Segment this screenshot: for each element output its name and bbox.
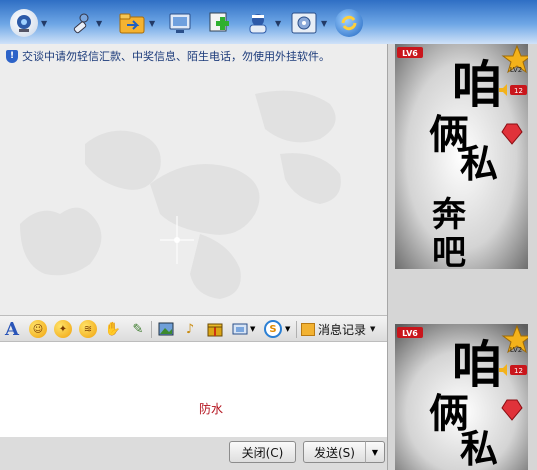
send-image-icon[interactable] bbox=[157, 320, 175, 338]
refresh-button[interactable] bbox=[335, 7, 363, 39]
level-tag: LV2 bbox=[510, 346, 522, 354]
settings-button[interactable]: ▼ bbox=[290, 7, 327, 39]
send-options-button[interactable]: ▼ bbox=[365, 441, 385, 463]
close-button[interactable]: 关闭(C) bbox=[229, 441, 296, 463]
chevron-down-icon[interactable]: ▼ bbox=[285, 325, 290, 333]
vip-badge-text: LV6 bbox=[402, 329, 418, 338]
gift-icon[interactable] bbox=[206, 320, 224, 338]
avatar-char: 咱 bbox=[452, 56, 502, 114]
chat-history[interactable]: ! 交谈中请勿轻信汇款、中奖信息、陌生电话，勿使用外挂软件。 bbox=[0, 44, 387, 315]
remote-assist-icon bbox=[166, 9, 194, 37]
webcam-icon bbox=[10, 9, 38, 37]
separator bbox=[296, 321, 297, 338]
file-transfer-button[interactable]: ▼ bbox=[118, 7, 155, 39]
refresh-icon bbox=[335, 9, 363, 37]
webcam-button[interactable]: ▼ bbox=[10, 7, 47, 39]
avatar-char: 吧 bbox=[432, 233, 466, 269]
level-tag: LV2 bbox=[510, 66, 522, 74]
contact-avatar-show[interactable]: LV6 LV2 12 咱 俩 私 奔 吧 bbox=[395, 44, 528, 269]
chevron-down-icon: ▼ bbox=[149, 18, 156, 28]
chevron-down-icon: ▼ bbox=[321, 18, 328, 28]
avatar-char: 私 bbox=[460, 142, 498, 186]
format-toolbar: A ☺ ✦ ≋ ✋ ✎ ♪ ▼ S ▼ 消息记录 ▼ bbox=[0, 315, 387, 342]
microphone-icon bbox=[65, 9, 93, 37]
handwriting-icon[interactable]: ✎ bbox=[129, 320, 147, 338]
history-icon bbox=[301, 322, 315, 336]
folder-icon bbox=[118, 9, 146, 37]
own-avatar-show[interactable]: LV6 LV2 12 咱 俩 私 bbox=[395, 324, 528, 470]
history-label: 消息记录 bbox=[318, 322, 367, 337]
chevron-down-icon[interactable]: ▼ bbox=[250, 325, 255, 333]
message-history-button[interactable]: 消息记录 ▼ bbox=[301, 320, 375, 338]
user-info-icon bbox=[244, 9, 272, 37]
shield-icon: ! bbox=[6, 49, 18, 63]
panel-divider[interactable] bbox=[387, 44, 395, 470]
count-text: 12 bbox=[514, 367, 523, 375]
avatar-panel: LV6 LV2 12 咱 俩 私 奔 吧 LV6 LV2 12 咱 俩 私 bbox=[395, 44, 537, 470]
send-button-group: 发送(S) ▼ bbox=[303, 441, 385, 463]
music-icon[interactable]: ♪ bbox=[181, 320, 199, 338]
settings-icon bbox=[290, 9, 318, 37]
avatar-char: 奔 bbox=[432, 195, 467, 235]
separator bbox=[151, 321, 152, 338]
font-button[interactable]: A bbox=[3, 319, 21, 340]
message-input[interactable]: 防水 bbox=[0, 342, 387, 437]
add-app-button[interactable] bbox=[205, 7, 233, 39]
user-info-button[interactable]: ▼ bbox=[244, 7, 281, 39]
world-map-background bbox=[20, 90, 341, 299]
vip-badge-text: LV6 bbox=[402, 49, 418, 58]
count-text: 12 bbox=[514, 87, 523, 95]
notice-text: 交谈中请勿轻信汇款、中奖信息、陌生电话，勿使用外挂软件。 bbox=[22, 50, 330, 63]
screenshot-icon[interactable] bbox=[231, 320, 249, 338]
security-notice: ! 交谈中请勿轻信汇款、中奖信息、陌生电话，勿使用外挂软件。 bbox=[6, 48, 330, 64]
chevron-down-icon: ▼ bbox=[370, 325, 376, 333]
send-button[interactable]: 发送(S) bbox=[303, 441, 366, 463]
bottom-bar: 关闭(C) 发送(S) ▼ bbox=[0, 437, 387, 470]
microphone-button[interactable]: ▼ bbox=[65, 7, 102, 39]
nudge-icon[interactable]: ≋ bbox=[79, 320, 97, 338]
emoticon-icon[interactable]: ☺ bbox=[29, 320, 47, 338]
add-app-icon bbox=[205, 9, 233, 37]
chevron-down-icon: ▼ bbox=[275, 18, 282, 28]
main-toolbar: ▼ ▼ ▼ ▼ ▼ bbox=[0, 0, 537, 44]
magic-emoticon-icon[interactable]: ✦ bbox=[54, 320, 72, 338]
input-text: 防水 bbox=[199, 402, 224, 416]
chevron-down-icon: ▼ bbox=[96, 18, 103, 28]
chevron-down-icon: ▼ bbox=[41, 18, 48, 28]
doodle-icon[interactable]: ✋ bbox=[104, 320, 122, 338]
avatar-char: 咱 bbox=[452, 336, 502, 394]
chevron-down-icon: ▼ bbox=[371, 447, 379, 457]
avatar-char: 私 bbox=[460, 427, 498, 470]
payment-icon[interactable]: S bbox=[264, 320, 282, 338]
remote-assist-button[interactable] bbox=[166, 7, 194, 39]
